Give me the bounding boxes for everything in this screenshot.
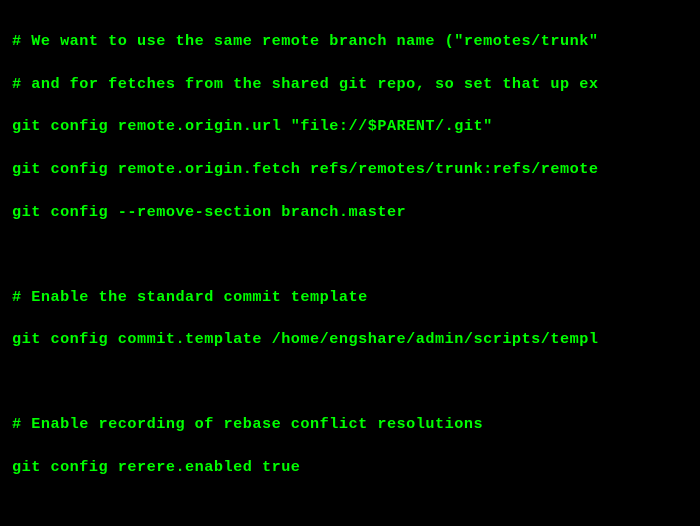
code-line: # and for fetches from the shared git re… xyxy=(12,74,688,95)
code-line xyxy=(12,372,688,393)
code-line: git config remote.origin.fetch refs/remo… xyxy=(12,159,688,180)
code-line xyxy=(12,499,688,520)
code-line: # We want to use the same remote branch … xyxy=(12,31,688,52)
terminal-output: # We want to use the same remote branch … xyxy=(12,10,688,526)
code-line: git config remote.origin.url "file://$PA… xyxy=(12,116,688,137)
code-line: # Enable recording of rebase conflict re… xyxy=(12,414,688,435)
code-line: git config --remove-section branch.maste… xyxy=(12,202,688,223)
code-line: git config rerere.enabled true xyxy=(12,457,688,478)
code-line: # Enable the standard commit template xyxy=(12,287,688,308)
code-line xyxy=(12,244,688,265)
code-line: git config commit.template /home/engshar… xyxy=(12,329,688,350)
